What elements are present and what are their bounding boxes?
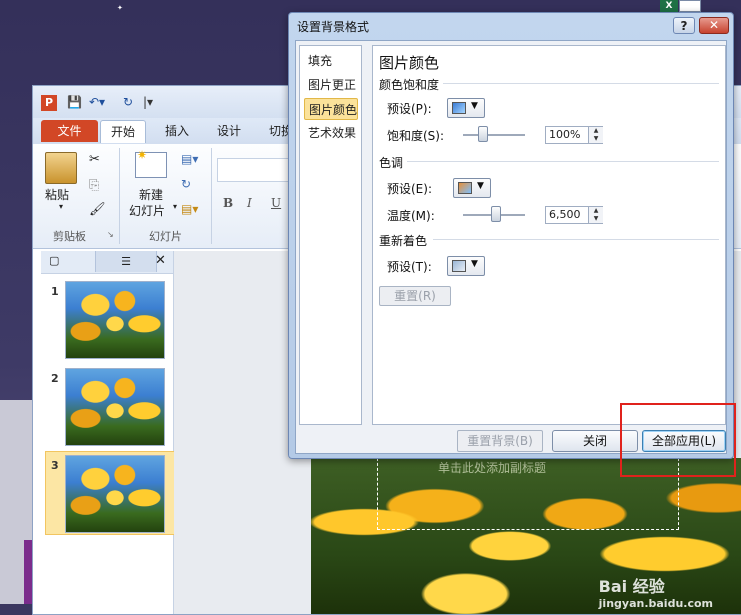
paste-icon[interactable] [45, 152, 77, 184]
undo-icon[interactable]: ↶▾ [89, 95, 105, 111]
chevron-down-icon: ▼ [471, 259, 478, 269]
saturation-slider-thumb[interactable] [478, 126, 488, 142]
saturation-section-title: 颜色饱和度 [379, 78, 440, 92]
sparkle-icon: ✷ [137, 148, 148, 162]
picture-color-panel: 图片颜色 颜色饱和度 预设(P): ▼ 饱和度(S): 100% ▲ ▼ 色调 预… [372, 45, 726, 425]
new-slide-label[interactable]: 新建 [139, 186, 163, 203]
slide-thumbnail[interactable] [65, 368, 165, 446]
section-divider [407, 161, 719, 162]
temperature-label: 温度(M): [387, 209, 435, 223]
saturation-slider-track[interactable] [463, 134, 525, 136]
recolor-preset-label: 预设(T): [387, 260, 432, 274]
saturation-preset-icon [452, 102, 466, 114]
slide-thumbnail-selected[interactable] [65, 455, 165, 533]
slide-canvas[interactable]: 单击此处添加副标题 Bai 经验 jingyan.baidu.com [311, 458, 741, 614]
group-divider [119, 148, 120, 244]
underline-button[interactable]: U [271, 196, 281, 210]
slides-tab-icon[interactable]: ▢ [49, 254, 59, 267]
close-pane-icon[interactable]: ✕ [155, 253, 166, 268]
excel-icon[interactable]: X [660, 0, 678, 12]
italic-button[interactable]: I [247, 196, 252, 210]
tab-file[interactable]: 文件 [41, 120, 98, 142]
help-button[interactable]: ? [673, 17, 695, 34]
slide-number: 2 [51, 372, 59, 385]
highlight-box [620, 403, 736, 477]
reset-background-button[interactable]: 重置背景(B) [457, 430, 543, 452]
category-picture-corrections[interactable]: 图片更正 [304, 74, 358, 96]
copy-icon[interactable]: ⎘ [89, 178, 99, 193]
recolor-section-title: 重新着色 [379, 234, 428, 248]
section-icon[interactable]: ▤▾ [181, 202, 198, 216]
tab-home[interactable]: 开始 [100, 120, 147, 143]
tone-preset-dropdown[interactable]: ▼ [453, 178, 491, 198]
paste-button-label[interactable]: 粘贴 [45, 186, 69, 203]
format-background-dialog: 设置背景格式 ? ✕ 填充 图片更正 图片颜色 艺术效果 图片颜色 颜色饱和度 … [288, 12, 734, 459]
spin-arrows-icon[interactable]: ▲ ▼ [588, 207, 603, 223]
font-name-box[interactable] [217, 158, 299, 182]
saturation-value: 100% [549, 128, 581, 141]
format-painter-icon[interactable]: 🖌 [89, 202, 106, 217]
category-fill[interactable]: 填充 [304, 50, 358, 72]
spin-arrows-icon[interactable]: ▲ ▼ [588, 127, 603, 143]
tone-preset-label: 预设(E): [387, 182, 432, 196]
tab-insert[interactable]: 插入 [155, 120, 199, 142]
star-icon: ✦ [117, 4, 123, 12]
table-icon[interactable] [679, 0, 701, 12]
placeholder-text: 单击此处添加副标题 [438, 461, 547, 475]
layout-icon[interactable]: ▤▾ [181, 152, 198, 166]
reset-icon[interactable]: ↻ [181, 177, 191, 191]
watermark: Bai 经验 jingyan.baidu.com [599, 573, 713, 610]
paste-dropdown-icon[interactable]: ▾ [59, 202, 63, 211]
saturation-preset-label: 预设(P): [387, 102, 432, 116]
saturation-preset-dropdown[interactable]: ▼ [447, 98, 485, 118]
outline-tab-icon[interactable]: ☰ [95, 251, 157, 272]
slides-group-label: 幻灯片 [149, 230, 182, 243]
slide-thumbnail[interactable] [65, 281, 165, 359]
new-slide-dropdown-icon[interactable]: ▾ [173, 202, 177, 211]
customize-qat-icon[interactable]: |▾ [143, 95, 153, 111]
temperature-value: 6,500 [549, 208, 581, 221]
close-icon[interactable]: ✕ [699, 17, 729, 34]
chevron-down-icon: ▼ [477, 181, 484, 191]
group-divider [211, 148, 212, 244]
save-icon[interactable]: 💾 [67, 95, 82, 111]
redo-icon[interactable]: ↻ [123, 95, 133, 111]
saturation-label: 饱和度(S): [387, 129, 445, 143]
tab-design[interactable]: 设计 [207, 120, 251, 142]
new-slide-label-2[interactable]: 幻灯片 [129, 202, 165, 219]
powerpoint-logo-icon[interactable]: P [41, 95, 57, 111]
slide-number: 1 [51, 285, 59, 298]
category-list: 填充 图片更正 图片颜色 艺术效果 [299, 45, 362, 425]
dialog-title: 设置背景格式 [297, 20, 370, 34]
panel-title: 图片颜色 [379, 54, 440, 72]
category-picture-color[interactable]: 图片颜色 [304, 98, 358, 120]
cut-icon[interactable]: ✂ [89, 152, 100, 167]
slides-pane: ▢ ☰ ✕ 1 2 3 [41, 251, 175, 614]
section-divider [433, 239, 719, 240]
pane-tabs: ▢ ☰ ✕ [41, 251, 173, 274]
watermark-logo: Bai 经验 [598, 577, 665, 596]
temperature-slider-thumb[interactable] [491, 206, 501, 222]
slide-number: 3 [51, 459, 59, 472]
tone-preset-icon [458, 182, 472, 194]
chevron-down-icon: ▼ [471, 101, 478, 111]
temperature-spinbox[interactable]: 6,500 ▲ ▼ [545, 206, 603, 224]
clipboard-group-label: 剪贴板 [53, 230, 86, 243]
reset-button[interactable]: 重置(R) [379, 286, 451, 306]
bold-button[interactable]: B [223, 196, 233, 210]
category-artistic-effects[interactable]: 艺术效果 [304, 122, 358, 144]
tone-section-title: 色调 [379, 156, 404, 170]
clipboard-launcher-icon[interactable]: ↘ [107, 230, 114, 239]
saturation-spinbox[interactable]: 100% ▲ ▼ [545, 126, 603, 144]
dialog-body: 填充 图片更正 图片颜色 艺术效果 图片颜色 颜色饱和度 预设(P): ▼ 饱和… [295, 40, 727, 454]
recolor-preset-icon [452, 260, 466, 272]
recolor-preset-dropdown[interactable]: ▼ [447, 256, 485, 276]
section-divider [443, 83, 719, 84]
